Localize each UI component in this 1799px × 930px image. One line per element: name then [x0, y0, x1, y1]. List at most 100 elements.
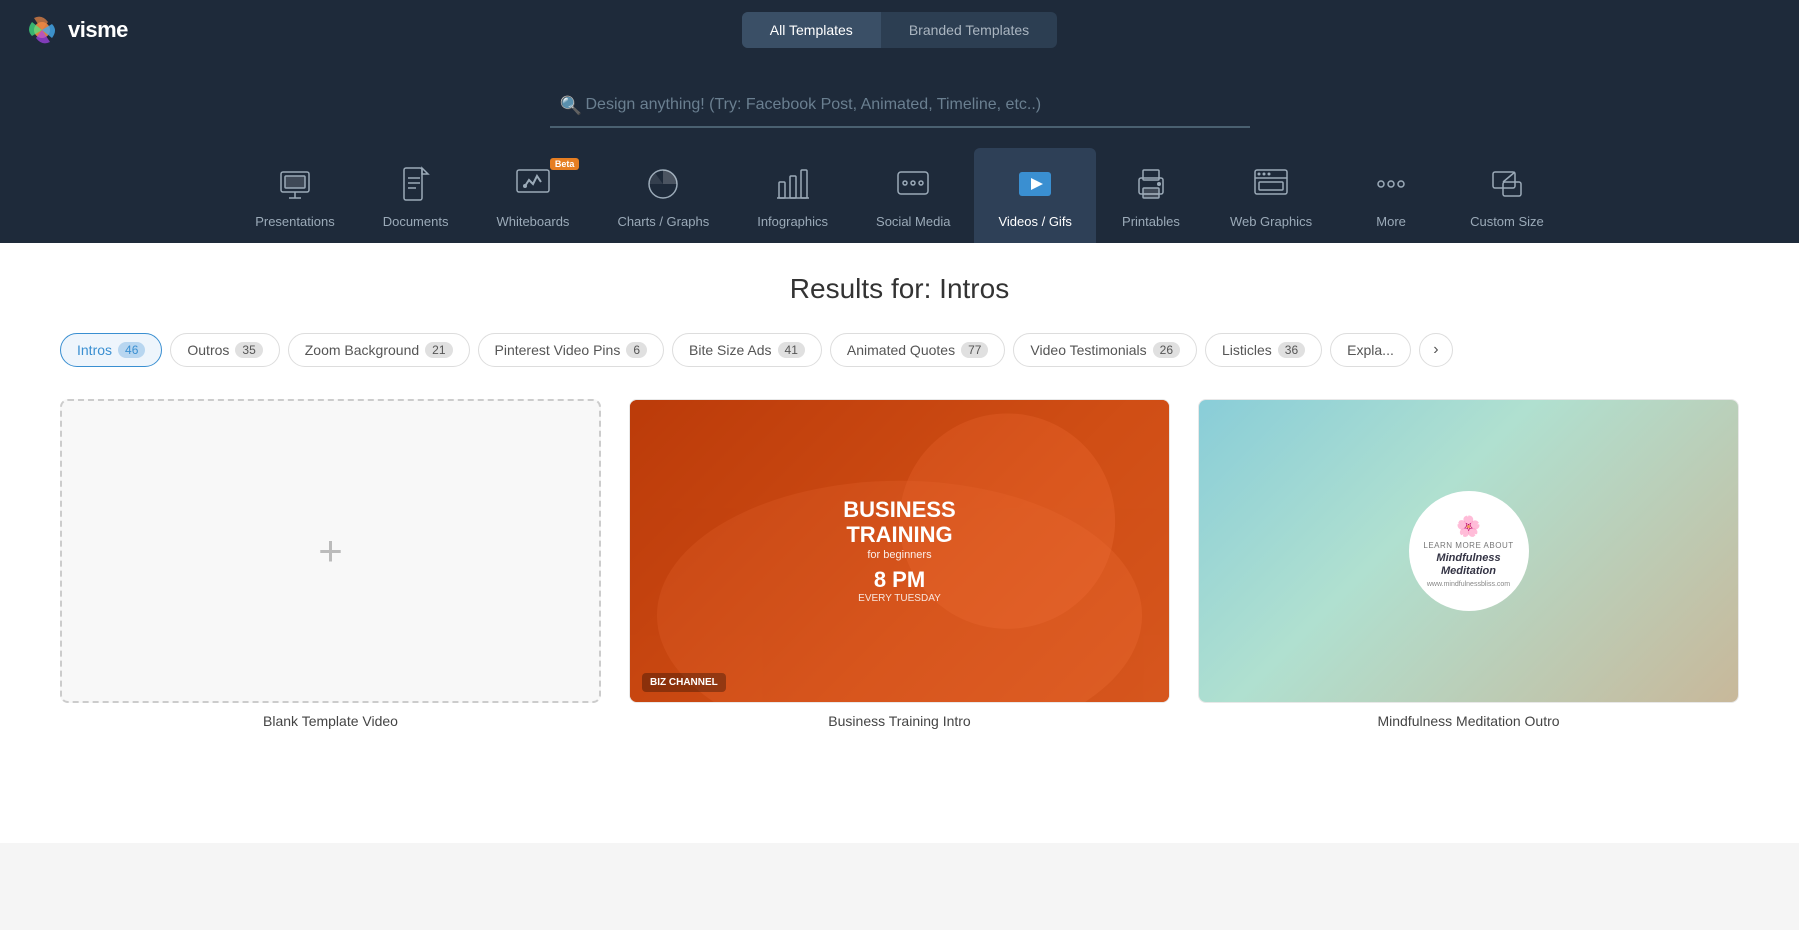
- filter-bite-size[interactable]: Bite Size Ads 41: [672, 333, 822, 367]
- whiteboards-icon: [511, 162, 555, 206]
- filter-pinterest-count: 6: [626, 342, 647, 358]
- web-graphics-icon: [1249, 162, 1293, 206]
- blank-thumb: +: [60, 399, 601, 703]
- filter-tags: Intros 46 Outros 35 Zoom Background 21 P…: [60, 333, 1739, 367]
- videos-icon: [1013, 162, 1057, 206]
- beta-badge: Beta: [550, 158, 580, 170]
- cat-videos-gifs[interactable]: Videos / Gifs: [974, 148, 1095, 243]
- cat-whiteboards-label: Whiteboards: [496, 214, 569, 229]
- filter-outros-count: 35: [235, 342, 262, 358]
- filter-testimonials-count: 26: [1153, 342, 1180, 358]
- cat-custom-size-label: Custom Size: [1470, 214, 1544, 229]
- filter-intros-label: Intros: [77, 342, 112, 358]
- search-input[interactable]: [550, 84, 1250, 128]
- business-text: BUSINESS TRAINING for beginners 8 PM EVE…: [833, 488, 965, 613]
- filter-bite-count: 41: [778, 342, 805, 358]
- printables-icon: [1129, 162, 1173, 206]
- custom-size-icon: [1485, 162, 1529, 206]
- cat-documents[interactable]: Documents: [359, 148, 473, 243]
- mind-url: www.mindfulnessbliss.com: [1427, 581, 1510, 588]
- mindfulness-template-name: Mindfulness Meditation Outro: [1377, 713, 1559, 729]
- main-content: Results for: Intros Intros 46 Outros 35 …: [0, 243, 1799, 843]
- category-nav: Presentations Documents Whiteboards Beta…: [0, 138, 1799, 243]
- search-icon: 🔍: [560, 96, 582, 117]
- filter-intros-count: 46: [118, 342, 145, 358]
- cat-presentations[interactable]: Presentations: [231, 148, 359, 243]
- branded-templates-button[interactable]: Branded Templates: [881, 12, 1057, 48]
- cat-infographics[interactable]: Infographics: [733, 148, 852, 243]
- search-section: 🔍: [0, 60, 1799, 138]
- bt-time-label: 8 PM: [874, 567, 925, 592]
- search-container: 🔍: [550, 84, 1250, 128]
- filter-expla-label: Expla...: [1347, 342, 1394, 358]
- cat-whiteboards[interactable]: Whiteboards Beta: [472, 148, 593, 243]
- mind-title: Mindfulness Meditation: [1419, 552, 1519, 578]
- template-grid: + Blank Template Video BUSINESS TRAINING…: [60, 399, 1739, 729]
- mindfulness-thumb: 🌸 LEARN MORE ABOUT Mindfulness Meditatio…: [1198, 399, 1739, 703]
- filter-zoom-count: 21: [425, 342, 452, 358]
- filter-animated-quotes[interactable]: Animated Quotes 77: [830, 333, 1006, 367]
- bt-subtitle: for beginners: [843, 549, 955, 561]
- cat-web-graphics[interactable]: Web Graphics: [1206, 148, 1336, 243]
- cat-printables[interactable]: Printables: [1096, 148, 1206, 243]
- cat-web-graphics-label: Web Graphics: [1230, 214, 1312, 229]
- filter-zoom-background[interactable]: Zoom Background 21: [288, 333, 470, 367]
- top-nav: visme All Templates Branded Templates: [0, 0, 1799, 60]
- mind-circle: 🌸 LEARN MORE ABOUT Mindfulness Meditatio…: [1409, 491, 1529, 611]
- cat-charts-label: Charts / Graphs: [617, 214, 709, 229]
- cat-infographics-label: Infographics: [757, 214, 828, 229]
- cat-charts-graphs[interactable]: Charts / Graphs: [593, 148, 733, 243]
- logo-text: visme: [68, 17, 128, 43]
- filter-animated-label: Animated Quotes: [847, 342, 955, 358]
- cat-more[interactable]: More: [1336, 148, 1446, 243]
- infographics-icon: [771, 162, 815, 206]
- scroll-right-button[interactable]: ›: [1419, 333, 1453, 367]
- documents-icon: [394, 162, 438, 206]
- bt-time: 8 PM EVERY TUESDAY: [843, 567, 955, 604]
- results-heading: Results for: Intros: [60, 273, 1739, 305]
- cat-more-label: More: [1376, 214, 1406, 229]
- filter-outros[interactable]: Outros 35: [170, 333, 279, 367]
- cat-videos-label: Videos / Gifs: [998, 214, 1071, 229]
- filter-intros[interactable]: Intros 46: [60, 333, 162, 367]
- cat-documents-label: Documents: [383, 214, 449, 229]
- blank-plus-icon: +: [318, 530, 343, 572]
- filter-listicles-label: Listicles: [1222, 342, 1272, 358]
- social-media-icon: [891, 162, 935, 206]
- filter-testimonials-label: Video Testimonials: [1030, 342, 1146, 358]
- charts-icon: [641, 162, 685, 206]
- blank-template-name: Blank Template Video: [263, 713, 398, 729]
- bt-time-sub: EVERY TUESDAY: [843, 593, 955, 604]
- bt-title-line1: BUSINESS: [843, 498, 955, 522]
- template-card-mindfulness[interactable]: 🌸 LEARN MORE ABOUT Mindfulness Meditatio…: [1198, 399, 1739, 729]
- template-toggle: All Templates Branded Templates: [742, 12, 1057, 48]
- template-card-blank[interactable]: + Blank Template Video: [60, 399, 601, 729]
- filter-outros-label: Outros: [187, 342, 229, 358]
- filter-listicles-count: 36: [1278, 342, 1305, 358]
- filter-expla[interactable]: Expla...: [1330, 333, 1411, 367]
- filter-listicles[interactable]: Listicles 36: [1205, 333, 1322, 367]
- business-thumb: BUSINESS TRAINING for beginners 8 PM EVE…: [629, 399, 1170, 703]
- lotus-icon: 🌸: [1456, 514, 1481, 539]
- business-template-name: Business Training Intro: [828, 713, 970, 729]
- cat-printables-label: Printables: [1122, 214, 1180, 229]
- filter-zoom-label: Zoom Background: [305, 342, 419, 358]
- cat-social-media[interactable]: Social Media: [852, 148, 974, 243]
- bt-title-line2: TRAINING: [843, 523, 955, 547]
- template-card-business[interactable]: BUSINESS TRAINING for beginners 8 PM EVE…: [629, 399, 1170, 729]
- filter-pinterest-label: Pinterest Video Pins: [495, 342, 621, 358]
- bt-channel-badge: BIZ CHANNEL: [642, 673, 726, 692]
- cat-social-media-label: Social Media: [876, 214, 950, 229]
- presentation-icon: [273, 162, 317, 206]
- filter-video-testimonials[interactable]: Video Testimonials 26: [1013, 333, 1197, 367]
- cat-custom-size[interactable]: Custom Size: [1446, 148, 1568, 243]
- filter-animated-count: 77: [961, 342, 988, 358]
- visme-logo-icon: [24, 12, 60, 48]
- all-templates-button[interactable]: All Templates: [742, 12, 881, 48]
- filter-pinterest[interactable]: Pinterest Video Pins 6: [478, 333, 665, 367]
- mind-learn-text: LEARN MORE ABOUT: [1423, 541, 1513, 550]
- cat-presentations-label: Presentations: [255, 214, 335, 229]
- filter-bite-label: Bite Size Ads: [689, 342, 772, 358]
- logo[interactable]: visme: [24, 12, 128, 48]
- more-icon: [1369, 162, 1413, 206]
